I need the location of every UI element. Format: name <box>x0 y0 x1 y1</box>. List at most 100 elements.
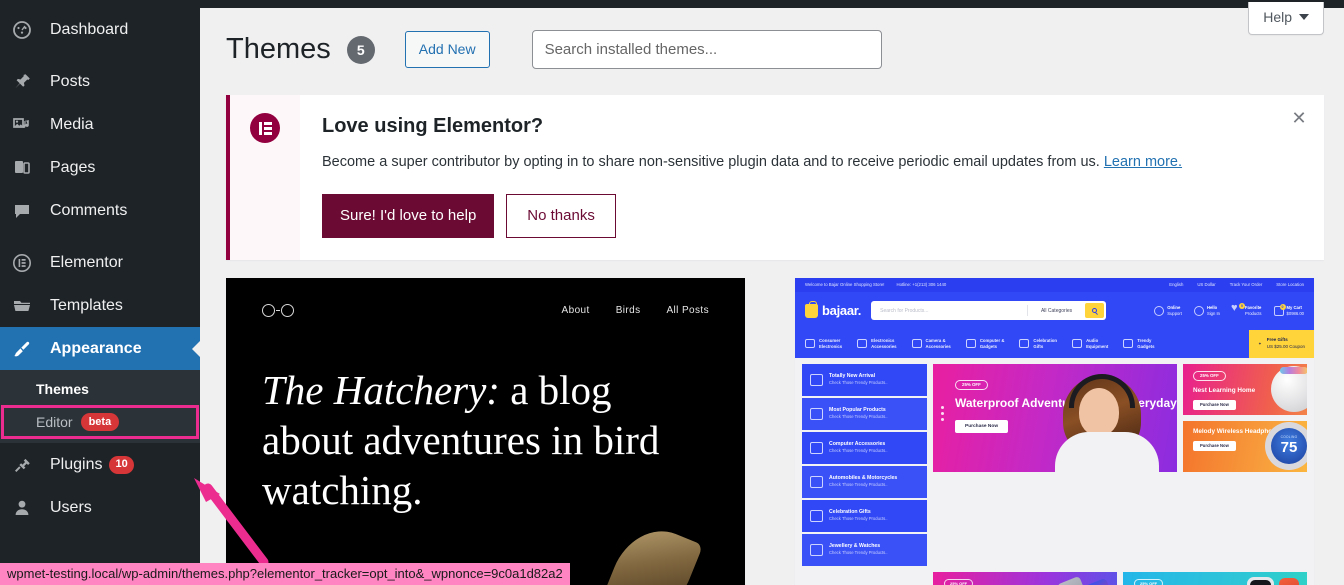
double-ring-icon <box>262 303 294 317</box>
gift-icon <box>1019 339 1030 349</box>
notice-icon-column <box>230 95 300 260</box>
hatchery-theme-preview: About Birds All Posts The Hatchery: a bl… <box>226 277 745 585</box>
search-themes-input[interactable] <box>531 30 882 69</box>
nav-link: All Posts <box>666 304 709 316</box>
themes-grid: About Birds All Posts The Hatchery: a bl… <box>226 277 1344 585</box>
notice-actions: Sure! I'd love to help No thanks <box>322 193 1300 238</box>
side-category-item: Celebration Gifts Check Those Trendy Prod… <box>802 499 927 532</box>
nav-line2: Accessories <box>925 343 951 349</box>
main-content: Help Themes 5 Add New Search installed t… <box>200 0 1344 585</box>
sidebar-item-label: Templates <box>50 296 123 314</box>
dashboard-icon <box>12 18 42 42</box>
preview-side-categories: Totally New Arrival Check Those Trendy Pr… <box>802 363 927 566</box>
side-category-subtitle: Check Those Trendy Products.. <box>829 516 888 522</box>
notice-description-text: Become a super contributor by opting in … <box>322 154 1100 170</box>
sidebar-item-appearance[interactable]: Appearance <box>0 327 200 370</box>
sidebar-item-elementor[interactable]: Elementor <box>0 241 200 284</box>
nav-category: Consumer Electronics <box>805 338 842 350</box>
dial-value: 75 <box>1280 439 1298 457</box>
sidebar-item-dashboard[interactable]: Dashboard <box>0 8 200 51</box>
side-category-item: Automobiles & Motorcycles Check Those Tre… <box>802 465 927 498</box>
help-button[interactable]: Help <box>1248 2 1324 35</box>
side-category-subtitle: Check Those Trendy Products.. <box>829 550 888 556</box>
theme-card[interactable]: About Birds All Posts The Hatchery: a bl… <box>226 277 745 585</box>
free-gift-subtitle: US $25.00 Coupon <box>1266 343 1305 349</box>
sidebar-item-label: Plugins <box>50 455 103 473</box>
nav-category: Trendy Gadgets <box>1123 338 1154 350</box>
sidebar-item-themes[interactable]: Themes <box>0 374 200 405</box>
carousel-dots <box>941 405 944 421</box>
consumer-electronics-icon <box>805 339 815 349</box>
hero-discount-badge: 25% OFF <box>955 379 988 390</box>
sidebar-item-label: Media <box>50 115 94 133</box>
topbar-store-location: Store Location <box>1276 282 1304 288</box>
smartwatch-graphic: 1009 <box>1243 574 1301 585</box>
side-category-title: Celebration Gifts <box>829 509 871 516</box>
favorites-count: 0 <box>1239 302 1245 309</box>
preview-navbar: About Birds All Posts <box>262 303 709 317</box>
side-category-subtitle: Check Those Trendy Products.. <box>829 414 888 420</box>
preview-body: Totally New Arrival Check Those Trendy Pr… <box>795 358 1314 566</box>
preview-categories-select: All Categories <box>1040 307 1073 314</box>
sidebar-item-posts[interactable]: Posts <box>0 60 200 103</box>
sidebar-item-editor[interactable]: Editor beta <box>1 404 199 440</box>
preview-bottom-banners: 25% OFF Limited Time Editions 25% OFF Li… <box>795 566 1314 585</box>
sidebar-item-label: Pages <box>50 158 96 176</box>
topbar-language: English <box>1169 282 1184 288</box>
sidebar-item-media[interactable]: Media <box>0 103 200 146</box>
preview-category-nav: Consumer Electronics Electronics Accessori… <box>795 329 1314 358</box>
feather-decoration <box>600 517 704 585</box>
nav-category: Computer & Gadgets <box>965 338 1004 350</box>
theme-count-badge: 5 <box>346 35 375 64</box>
nav-line1: Celebration <box>1033 337 1058 343</box>
smart-speaker-graphic <box>1271 365 1307 412</box>
hero-model-image <box>1049 368 1167 472</box>
nav-line2: Gifts <box>1033 343 1044 349</box>
topbar-hotline: Hotline: +1(213) 306 1440 <box>896 282 947 288</box>
limited-time-banner: 25% OFF Limited Time Editions 1009 <box>1123 571 1307 585</box>
sidebar-subitem-label: Themes <box>36 381 89 397</box>
side-category-item: Jewellery & Watches Check Those Trendy Pr… <box>802 533 927 566</box>
preview-right-column: 25% OFF Waterproof Adventure Ready Every… <box>933 363 1307 566</box>
product-purchase-button: Purchase Now <box>1193 440 1236 451</box>
preview-action-signin: Hello Sign In <box>1193 305 1220 317</box>
camera-icon <box>911 339 922 349</box>
nav-category: Camera & Accessories <box>911 338 951 350</box>
product-discount-badge: 25% OFF <box>1193 370 1226 381</box>
folder-icon <box>12 294 42 318</box>
sidebar-item-label: Posts <box>50 72 91 90</box>
admin-bar <box>200 0 1344 8</box>
no-thanks-button[interactable]: No thanks <box>506 193 616 238</box>
nav-category: Electronics Accessories <box>857 337 897 350</box>
nav-line2: Equipment <box>1086 343 1109 349</box>
opt-in-button[interactable]: Sure! I'd love to help <box>322 193 495 238</box>
free-gift-title: Free Gifts <box>1266 337 1288 342</box>
close-icon[interactable]: ✕ <box>1286 105 1312 131</box>
add-new-theme-button[interactable]: Add New <box>404 31 490 68</box>
preview-action-support: Online Support <box>1154 305 1182 317</box>
cart-icon: 0 <box>1273 303 1286 316</box>
theme-card[interactable]: Welcome to Bajar Online Shopping Store! … <box>795 277 1314 585</box>
bajaar-theme-preview: Welcome to Bajar Online Shopping Store! … <box>795 277 1314 585</box>
beta-badge: beta <box>80 412 120 432</box>
wordpress-admin-screen: Dashboard Posts Media Pages Comments Ele… <box>0 0 1344 585</box>
pages-icon <box>12 156 42 180</box>
plugins-update-count: 10 <box>109 455 134 474</box>
sidebar-item-pages[interactable]: Pages <box>0 146 200 189</box>
preview-topbar: Welcome to Bajar Online Shopping Store! … <box>795 277 1314 292</box>
nav-line2: Accessories <box>871 343 897 349</box>
sidebar-item-comments[interactable]: Comments <box>0 189 200 232</box>
sidebar-item-label: Appearance <box>50 339 142 357</box>
topbar-track-order: Track Your Order <box>1229 282 1263 288</box>
learn-more-link[interactable]: Learn more. <box>1104 154 1182 170</box>
laptop-icon <box>810 441 823 454</box>
comment-icon <box>12 199 42 223</box>
sparkle-icon: ✦ <box>1258 341 1262 347</box>
sidebar-top-strip <box>0 0 200 8</box>
bajaar-logo: bajaar. <box>805 300 861 318</box>
sidebar-item-templates[interactable]: Templates <box>0 284 200 327</box>
user-icon <box>12 496 42 520</box>
sidebar-item-users[interactable]: Users <box>0 486 200 529</box>
nav-line1: Electronics <box>871 337 895 343</box>
sidebar-item-plugins[interactable]: Plugins 10 <box>0 443 200 486</box>
